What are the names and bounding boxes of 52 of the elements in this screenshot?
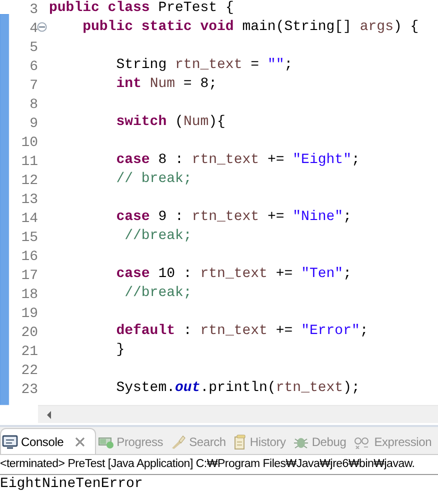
- code-line: System.out.println(rtn_text);: [116, 380, 360, 398]
- view-tab[interactable]: Search: [168, 428, 231, 454]
- line-number: 15: [21, 230, 38, 246]
- line-number: 7: [30, 78, 38, 94]
- code-line: int Num = 8;: [116, 76, 218, 94]
- line-number: 6: [30, 58, 38, 74]
- view-tab[interactable]: Progress: [96, 428, 168, 454]
- line-number: 16: [21, 248, 38, 264]
- horizontal-scrollbar[interactable]: [38, 405, 438, 423]
- code-line: //break;: [124, 228, 192, 246]
- monitor-icon: [2, 434, 18, 448]
- code-line: public static void main(String[] args) {: [82, 19, 419, 37]
- line-number: 5: [30, 40, 38, 56]
- code-line: //break;: [124, 285, 192, 303]
- expressions-icon: [353, 434, 372, 448]
- line-number: 20: [21, 324, 38, 340]
- view-tab[interactable]: History: [230, 428, 291, 454]
- code-line: case 9 : rtn_text += "Nine";: [116, 209, 352, 227]
- code-line: // break;: [116, 171, 192, 189]
- line-number: 23: [21, 382, 38, 398]
- line-number: 8: [30, 96, 38, 112]
- progress-icon: [98, 434, 114, 448]
- line-number: 22: [21, 362, 38, 378]
- code-line: case 10 : rtn_text += "Ten";: [116, 266, 352, 284]
- code-line: public class PreTest {: [49, 0, 234, 18]
- view-tab[interactable]: Debug: [290, 428, 352, 454]
- line-number: 21: [21, 344, 38, 360]
- close-icon[interactable]: [74, 436, 85, 446]
- line-number: 14: [21, 210, 38, 226]
- code-line: switch (Num){: [116, 114, 226, 132]
- line-number: 13: [21, 192, 38, 208]
- view-tab[interactable]: Expression: [351, 428, 437, 454]
- line-number: 3: [30, 2, 38, 18]
- code-line: default : rtn_text += "Error";: [116, 323, 368, 341]
- line-number: 12: [21, 172, 38, 188]
- code-line: case 8 : rtn_text += "Eight";: [116, 152, 360, 170]
- flashlight-icon: [170, 434, 186, 448]
- scroll-left-icon[interactable]: [46, 411, 52, 419]
- line-number: 19: [21, 306, 38, 322]
- console-status: <terminated> PreTest [Java Application] C:₩Program Files₩Java₩jre6₩bin₩javaw.: [0, 457, 415, 472]
- history-icon: [232, 434, 247, 450]
- line-number: 18: [21, 286, 38, 302]
- line-number: 11: [21, 154, 38, 170]
- line-number: 9: [30, 116, 38, 132]
- line-number: 17: [21, 268, 38, 284]
- line-number: 4: [30, 20, 38, 36]
- code-line: }: [116, 342, 125, 360]
- collapse-icon[interactable]: [37, 22, 47, 32]
- line-number: 10: [21, 134, 38, 150]
- console-output: EightNineTenError: [0, 475, 143, 492]
- code-line: String rtn_text = "";: [116, 57, 293, 75]
- view-tab[interactable]: Console: [0, 428, 96, 454]
